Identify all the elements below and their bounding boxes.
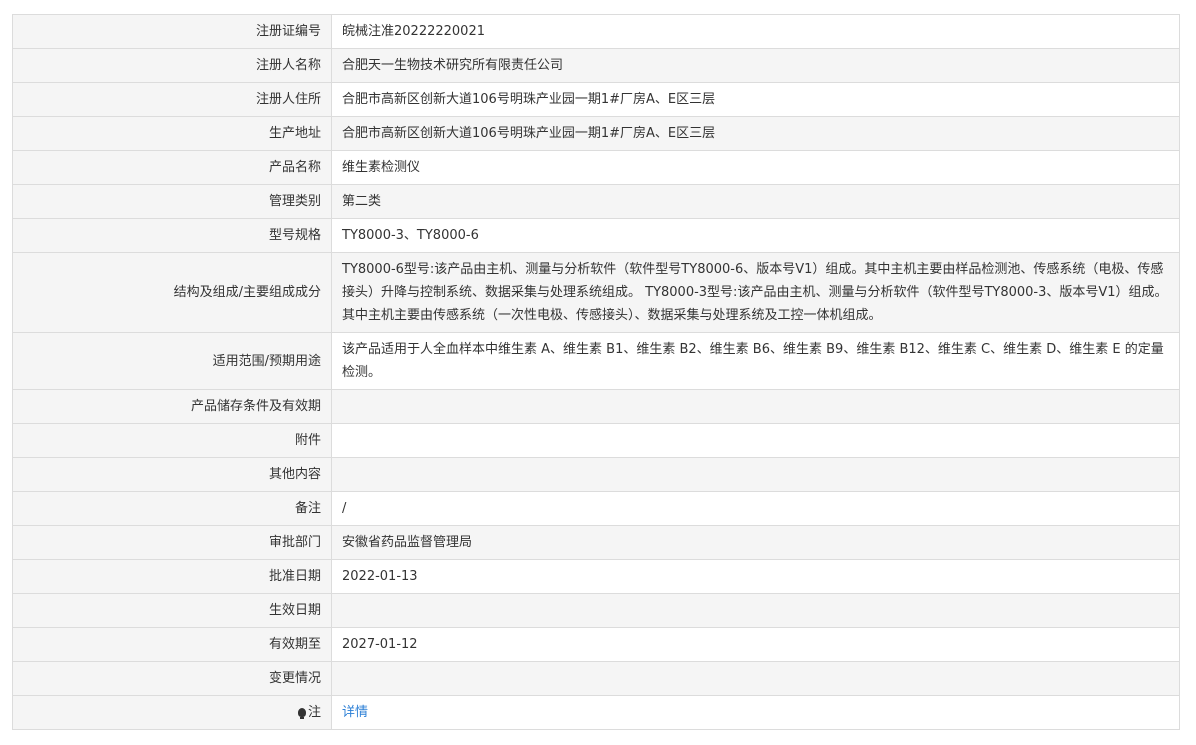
- field-value: 安徽省药品监督管理局: [331, 525, 1180, 560]
- note-label: 注: [307, 705, 321, 720]
- field-label: 产品名称: [12, 150, 332, 185]
- field-label: 产品储存条件及有效期: [12, 389, 332, 424]
- row-other-content: 其他内容: [12, 457, 1180, 492]
- field-label: 附件: [12, 423, 332, 458]
- field-label: 注册证编号: [12, 14, 332, 49]
- field-value: 维生素检测仪: [331, 150, 1180, 185]
- field-value: 该产品适用于人全血样本中维生素 A、维生素 B1、维生素 B2、维生素 B6、维…: [331, 332, 1180, 390]
- field-label: 批准日期: [12, 559, 332, 594]
- field-label: 变更情况: [12, 661, 332, 696]
- row-registrant-name: 注册人名称 合肥天一生物技术研究所有限责任公司: [12, 48, 1180, 83]
- row-intended-use: 适用范围/预期用途 该产品适用于人全血样本中维生素 A、维生素 B1、维生素 B…: [12, 332, 1180, 390]
- field-value: TY8000-6型号:该产品由主机、测量与分析软件（软件型号TY8000-6、版…: [331, 252, 1180, 333]
- field-value: 2022-01-13: [331, 559, 1180, 594]
- row-management-category: 管理类别 第二类: [12, 184, 1180, 219]
- field-label: 注册人住所: [12, 82, 332, 117]
- row-registrant-address: 注册人住所 合肥市高新区创新大道106号明珠产业园一期1#厂房A、E区三层: [12, 82, 1180, 117]
- row-registration-number: 注册证编号 皖械注准20222220021: [12, 14, 1180, 49]
- field-label: 结构及组成/主要组成成分: [12, 252, 332, 333]
- field-label: 管理类别: [12, 184, 332, 219]
- field-value: [331, 389, 1180, 424]
- details-link[interactable]: 详情: [342, 705, 368, 720]
- note-value-cell: 详情: [331, 695, 1180, 730]
- field-value: 合肥市高新区创新大道106号明珠产业园一期1#厂房A、E区三层: [331, 116, 1180, 151]
- row-approval-date: 批准日期 2022-01-13: [12, 559, 1180, 594]
- row-production-address: 生产地址 合肥市高新区创新大道106号明珠产业园一期1#厂房A、E区三层: [12, 116, 1180, 151]
- field-label: 适用范围/预期用途: [12, 332, 332, 390]
- field-label: 有效期至: [12, 627, 332, 662]
- row-model-spec: 型号规格 TY8000-3、TY8000-6: [12, 218, 1180, 253]
- field-value: 第二类: [331, 184, 1180, 219]
- note-label-cell: 注: [12, 695, 332, 730]
- field-label: 生效日期: [12, 593, 332, 628]
- field-value: /: [331, 491, 1180, 526]
- field-value: [331, 593, 1180, 628]
- row-change-history: 变更情况: [12, 661, 1180, 696]
- row-remarks: 备注 /: [12, 491, 1180, 526]
- field-value: [331, 423, 1180, 458]
- field-label: 型号规格: [12, 218, 332, 253]
- lightbulb-icon: [297, 708, 306, 719]
- row-approval-department: 审批部门 安徽省药品监督管理局: [12, 525, 1180, 560]
- row-structure-composition: 结构及组成/主要组成成分 TY8000-6型号:该产品由主机、测量与分析软件（软…: [12, 252, 1180, 333]
- field-value: 皖械注准20222220021: [331, 14, 1180, 49]
- field-label: 其他内容: [12, 457, 332, 492]
- field-label: 生产地址: [12, 116, 332, 151]
- field-label: 备注: [12, 491, 332, 526]
- row-product-name: 产品名称 维生素检测仪: [12, 150, 1180, 185]
- field-label: 注册人名称: [12, 48, 332, 83]
- row-note: 注 详情: [12, 695, 1180, 730]
- field-value: 2027-01-12: [331, 627, 1180, 662]
- field-label: 审批部门: [12, 525, 332, 560]
- field-value: [331, 457, 1180, 492]
- field-value: 合肥市高新区创新大道106号明珠产业园一期1#厂房A、E区三层: [331, 82, 1180, 117]
- field-value: 合肥天一生物技术研究所有限责任公司: [331, 48, 1180, 83]
- field-value: TY8000-3、TY8000-6: [331, 218, 1180, 253]
- row-storage-conditions: 产品储存条件及有效期: [12, 389, 1180, 424]
- row-effective-date: 生效日期: [12, 593, 1180, 628]
- row-valid-until: 有效期至 2027-01-12: [12, 627, 1180, 662]
- row-attachments: 附件: [12, 423, 1180, 458]
- registration-detail-table: 注册证编号 皖械注准20222220021 注册人名称 合肥天一生物技术研究所有…: [12, 14, 1180, 730]
- registration-detail: 注册证编号 皖械注准20222220021 注册人名称 合肥天一生物技术研究所有…: [12, 14, 1180, 730]
- field-value: [331, 661, 1180, 696]
